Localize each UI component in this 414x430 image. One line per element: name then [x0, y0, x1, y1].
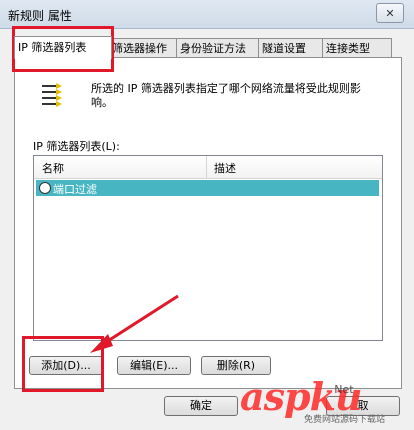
window-title: 新规则 属性	[8, 9, 72, 23]
tab-tunnel-settings[interactable]: 隧道设置	[258, 38, 326, 58]
tab-filter-action[interactable]: 筛选器操作	[108, 38, 180, 58]
add-button[interactable]: 添加(D)...	[29, 356, 103, 375]
close-button[interactable]: ✕	[376, 3, 404, 23]
filter-list-view[interactable]: 名称 描述 端口过滤	[33, 155, 383, 341]
list-item[interactable]: 端口过滤	[36, 180, 379, 196]
filter-list-label: IP 筛选器列表(L):	[33, 140, 120, 153]
edit-button[interactable]: 编辑(E)...	[117, 356, 191, 375]
column-name[interactable]: 名称	[42, 160, 64, 176]
close-icon: ✕	[385, 6, 395, 20]
tab-connection-type[interactable]: 连接类型	[322, 38, 392, 58]
tab-panel: 所选的 IP 筛选器列表指定了哪个网络流量将受此规则影响。 IP 筛选器列表(L…	[14, 57, 402, 389]
filter-list-icon	[42, 83, 62, 107]
title-bar: 新规则 属性 ✕	[0, 0, 414, 29]
tab-auth-methods[interactable]: 身份验证方法	[176, 38, 262, 58]
tab-ip-filter-list[interactable]: IP 筛选器列表	[14, 36, 112, 59]
radio-button[interactable]	[39, 182, 51, 194]
column-divider	[206, 156, 207, 178]
list-header: 名称 描述	[34, 156, 382, 179]
column-description[interactable]: 描述	[214, 160, 236, 176]
delete-button[interactable]: 删除(R)	[201, 356, 271, 375]
cancel-button[interactable]: 取	[326, 396, 400, 416]
rule-description: 所选的 IP 筛选器列表指定了哪个网络流量将受此规则影响。	[91, 82, 361, 109]
ok-button[interactable]: 确定	[164, 396, 238, 416]
list-item-name: 端口过滤	[53, 183, 97, 196]
